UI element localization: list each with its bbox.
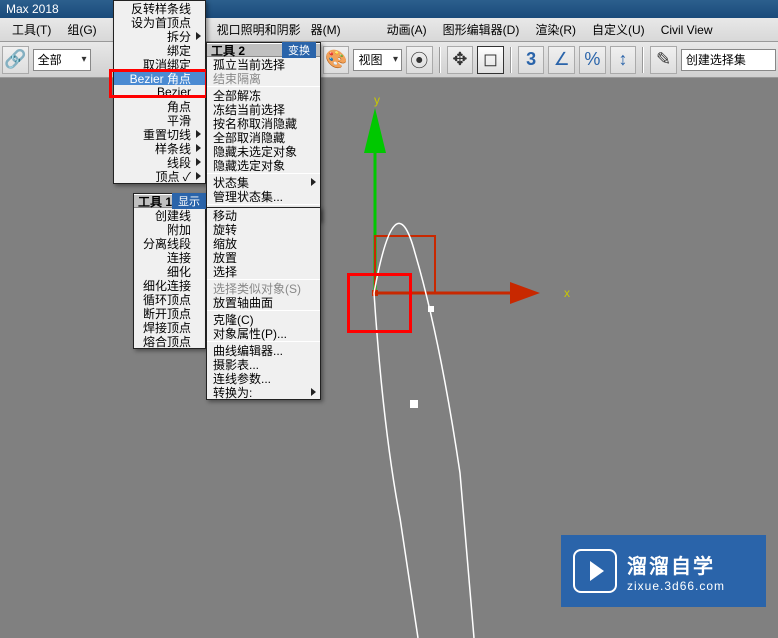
separator <box>510 47 512 73</box>
separator <box>439 47 441 73</box>
menu-tools[interactable]: 工具(T) <box>4 19 59 40</box>
menu-civil-view[interactable]: Civil View <box>653 21 721 39</box>
watermark-cn: 溜溜自学 <box>627 550 725 579</box>
quad-menu-bottom-left: 工具 1显示创建线附加分离线段连接细化细化连接循环顶点断开顶点焊接顶点熔合顶点 <box>133 193 206 349</box>
menu-animation[interactable]: 动画(A) <box>379 19 435 40</box>
menu-item[interactable]: 管理状态集... <box>207 189 320 203</box>
selection-filter-combo[interactable]: 全部 <box>33 49 91 71</box>
menu-item[interactable]: 设为首顶点 <box>114 15 205 29</box>
menu-item[interactable]: 转换为: <box>207 385 320 399</box>
menu-item[interactable]: 状态集 <box>207 175 320 189</box>
menu-item[interactable]: 样条线 <box>114 141 205 155</box>
palette-button[interactable]: 🎨 <box>323 46 350 74</box>
menu-item[interactable]: 选择 <box>207 264 320 278</box>
highlight-box-viewport <box>347 273 412 333</box>
menu-item[interactable]: 角点 <box>114 99 205 113</box>
spinner-snap-button[interactable]: ↕ <box>610 46 637 74</box>
named-selection-set-input[interactable]: 创建选择集 <box>681 49 776 71</box>
pivot-button[interactable]: ⦿ <box>406 46 433 74</box>
menu-group[interactable]: 组(G) <box>59 19 104 40</box>
menu-graph-editors[interactable]: 图形编辑器(D) <box>435 19 528 40</box>
svg-text:x: x <box>564 286 570 300</box>
ref-coord-combo[interactable]: 视图 <box>353 49 402 71</box>
snap-3-button[interactable]: 3 <box>518 46 545 74</box>
menu-item[interactable]: 对象属性(P)... <box>207 326 320 340</box>
manipulate-button[interactable]: ◻ <box>477 46 504 74</box>
link-button[interactable]: 🔗 <box>2 46 29 74</box>
menu-item[interactable]: 拆分 <box>114 29 205 43</box>
menu-item[interactable]: 顶点 ✓ <box>114 169 205 183</box>
menu-item[interactable]: 熔合顶点 <box>134 334 205 348</box>
play-icon <box>573 549 617 593</box>
menu-render[interactable]: 渲染(R) <box>527 19 584 40</box>
svg-text:y: y <box>374 93 380 107</box>
menu-views[interactable]: 视口照明和阴影 <box>209 19 309 40</box>
angle-snap-button[interactable]: ∠ <box>548 46 575 74</box>
menu-item[interactable]: 结束隔离 <box>207 71 320 85</box>
quad-menu-top-right: 工具 2变换孤立当前选择结束隔离全部解冻冻结当前选择按名称取消隐藏全部取消隐藏隐… <box>206 42 321 221</box>
menu-customize[interactable]: 自定义(U) <box>584 19 653 40</box>
menu-views-accel: 器(M) <box>303 19 349 40</box>
quad-menu-bottom-right: 移动旋转缩放放置选择选择类似对象(S)放置轴曲面克隆(C)对象属性(P)...曲… <box>206 207 321 400</box>
percent-snap-button[interactable]: % <box>579 46 606 74</box>
menu-item[interactable]: 隐藏选定对象 <box>207 158 320 172</box>
menu-item[interactable]: 放置轴曲面 <box>207 295 320 309</box>
watermark-url: zixue.3d66.com <box>627 579 725 593</box>
move-button[interactable]: ✥ <box>447 46 474 74</box>
highlight-box-menu <box>109 69 208 98</box>
named-sel-edit-button[interactable]: ✎ <box>650 46 677 74</box>
separator <box>642 47 644 73</box>
watermark: 溜溜自学 zixue.3d66.com <box>561 535 766 607</box>
app-title: Max 2018 <box>6 2 59 16</box>
